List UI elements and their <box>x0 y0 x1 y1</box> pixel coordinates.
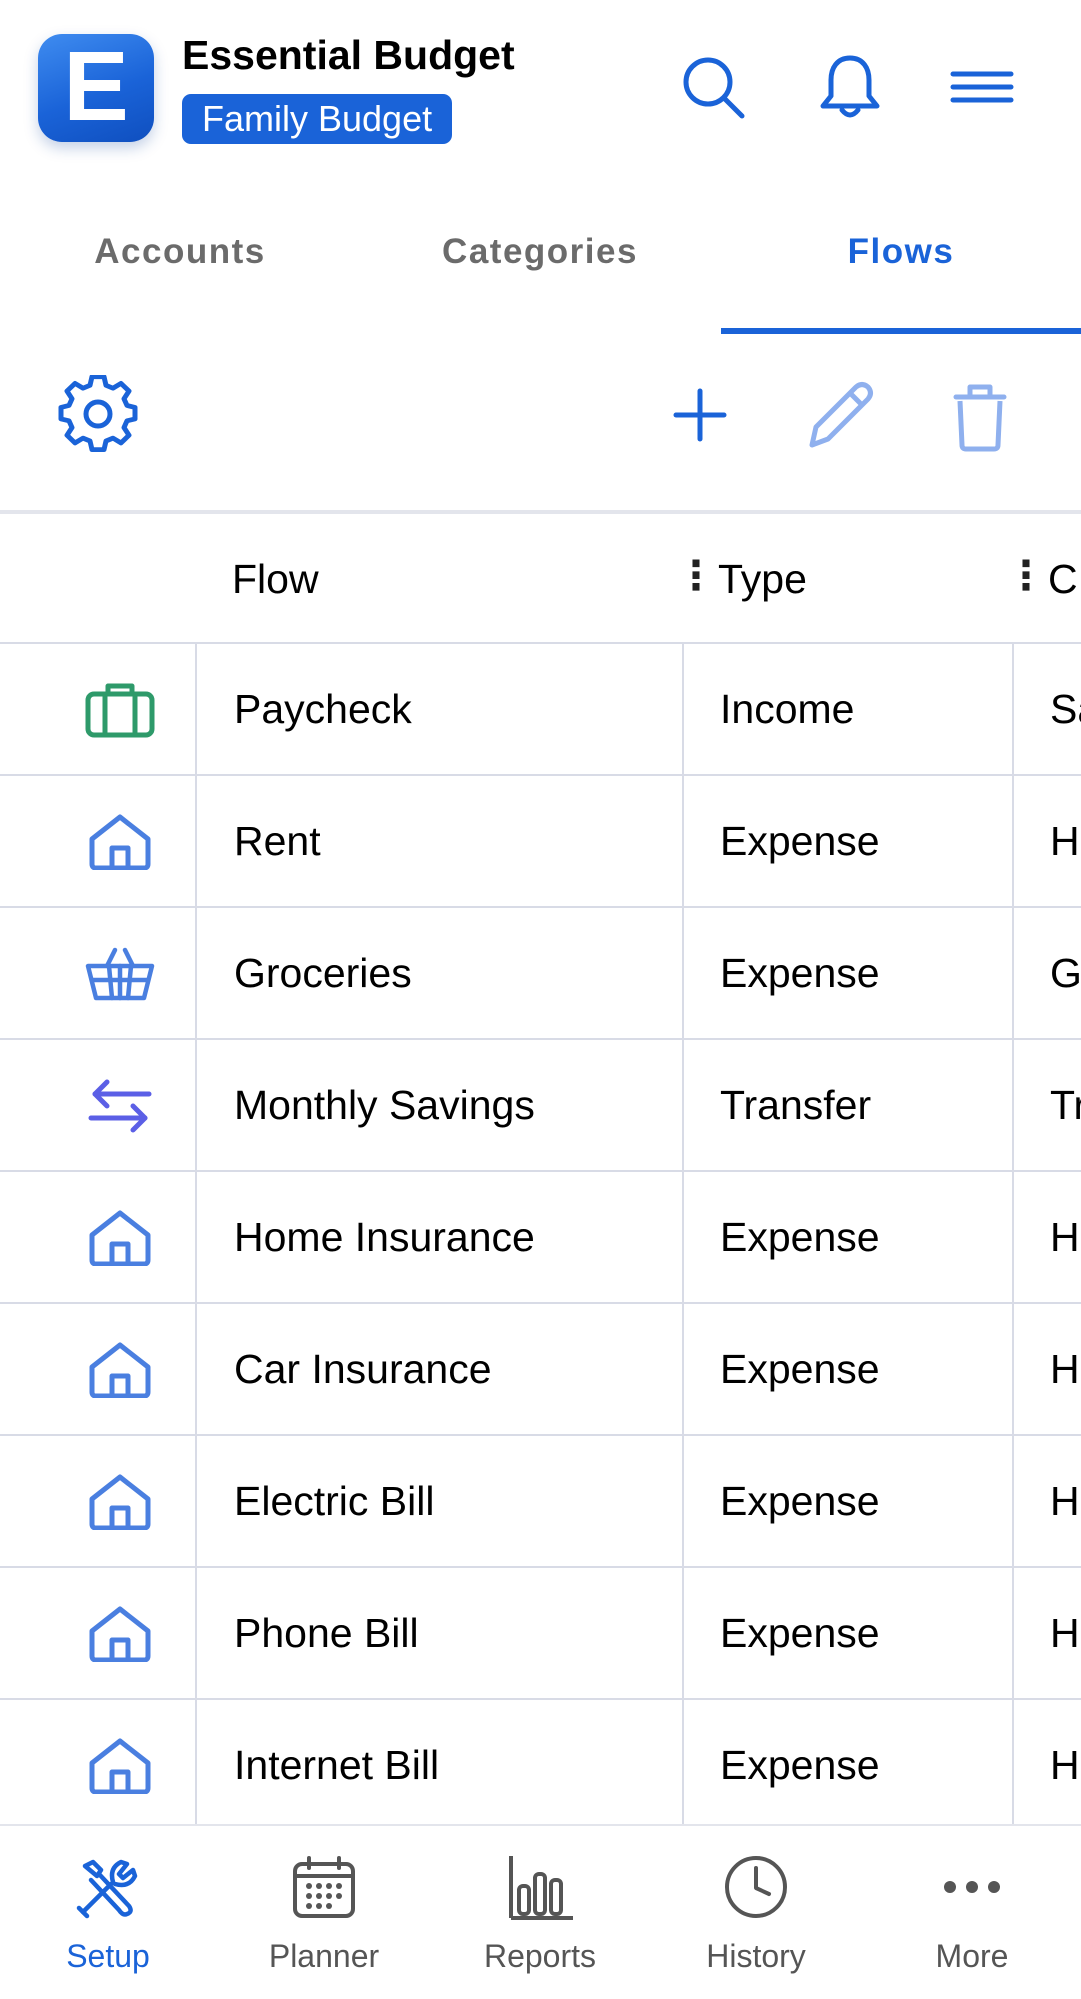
table-body: PaycheckIncomeSaRentExpenseHGroceriesExp… <box>0 644 1081 1824</box>
flow-icon-cell <box>0 1172 197 1302</box>
plus-icon[interactable] <box>660 375 740 455</box>
cell-flow-name: Rent <box>197 776 684 906</box>
gear-icon[interactable] <box>58 374 138 455</box>
nav-history[interactable]: History <box>648 1826 864 1999</box>
cell-flow-name: Electric Bill <box>197 1436 684 1566</box>
table-row[interactable]: Internet Bill Expense H <box>0 1700 1081 1824</box>
cell-flow-type: Expense <box>684 1700 1014 1824</box>
nav-reports[interactable]: Reports <box>432 1826 648 1999</box>
tools-icon <box>76 1859 138 1919</box>
cell-flow-category: H <box>1050 1214 1080 1260</box>
flow-icon-cell <box>0 908 197 1038</box>
flows-table: Flow ⋮ Type ⋮ C PaycheckIncomeSaRentExpe… <box>0 514 1081 1824</box>
bottom-nav: Setup Planner Reports History More <box>0 1824 1081 1999</box>
cell-flow-name: Monthly Savings <box>197 1040 684 1170</box>
table-row[interactable]: Monthly Savings Transfer Tr <box>0 1040 1081 1172</box>
cell-flow-type: Transfer <box>684 1040 1014 1170</box>
cell-flow-type: Expense <box>684 1436 1014 1566</box>
cell-flow-category: H <box>1050 1742 1080 1788</box>
cell-flow-category: H <box>1050 1478 1080 1524</box>
bell-icon[interactable] <box>815 52 885 122</box>
calendar-icon <box>293 1856 355 1918</box>
table-row[interactable]: Rent Expense H <box>0 776 1081 908</box>
column-header-type[interactable]: Type <box>718 514 807 644</box>
cell-flow-name: Paycheck <box>197 644 684 774</box>
nav-setup[interactable]: Setup <box>0 1826 216 1999</box>
tab-flows[interactable]: Flows <box>721 180 1081 335</box>
cell-flow-type: Expense <box>684 1304 1014 1434</box>
pencil-icon[interactable] <box>800 375 880 455</box>
nav-label-setup: Setup <box>66 1938 150 1974</box>
bar-chart-icon <box>509 1856 573 1920</box>
nav-more[interactable]: More <box>864 1826 1080 1999</box>
flow-icon-cell <box>0 776 197 906</box>
menu-icon[interactable] <box>947 52 1017 122</box>
table-row[interactable]: Car Insurance Expense H <box>0 1304 1081 1436</box>
cell-flow-type: Expense <box>684 1568 1014 1698</box>
column-menu-icon[interactable]: ⋮ <box>676 514 716 644</box>
cell-flow-category: G <box>1050 950 1081 996</box>
flow-icon-cell <box>0 1568 197 1698</box>
flow-icon-cell <box>0 1700 197 1824</box>
app-root: E Essential Budget Family Budget Account… <box>0 0 1081 1999</box>
cell-flow-category: H <box>1050 1610 1080 1656</box>
cell-flow-type: Income <box>684 644 1014 774</box>
nav-planner[interactable]: Planner <box>216 1826 432 1999</box>
cell-flow-name: Groceries <box>197 908 684 1038</box>
toolbar <box>0 335 1081 514</box>
tab-accounts[interactable]: Accounts <box>0 180 360 335</box>
tab-categories[interactable]: Categories <box>360 180 720 335</box>
active-tab-indicator <box>721 328 1081 334</box>
cell-flow-name: Phone Bill <box>197 1568 684 1698</box>
app-header: E Essential Budget Family Budget <box>0 0 1081 180</box>
cell-flow-category: H <box>1050 818 1080 864</box>
table-row[interactable]: Electric Bill Expense H <box>0 1436 1081 1568</box>
cell-flow-name: Car Insurance <box>197 1304 684 1434</box>
cell-flow-category: Tr <box>1050 1082 1081 1128</box>
cell-flow-type: Expense <box>684 908 1014 1038</box>
nav-label-more: More <box>935 1938 1009 1974</box>
flow-icon-cell <box>0 1436 197 1566</box>
column-header-category[interactable]: C <box>1048 514 1078 644</box>
cell-flow-category: Sa <box>1050 686 1081 732</box>
table-row[interactable]: Phone Bill Expense H <box>0 1568 1081 1700</box>
app-logo: E <box>38 34 154 142</box>
cell-flow-type: Expense <box>684 1172 1014 1302</box>
flow-icon-cell <box>0 1040 197 1170</box>
cell-flow-type: Expense <box>684 776 1014 906</box>
search-icon[interactable] <box>678 52 748 122</box>
trash-icon[interactable] <box>940 375 1020 455</box>
nav-label-planner: Planner <box>268 1938 380 1974</box>
cell-flow-category: H <box>1050 1346 1080 1392</box>
column-menu-icon[interactable]: ⋮ <box>1006 514 1046 644</box>
logo-letter: E <box>63 34 128 141</box>
table-header: Flow ⋮ Type ⋮ C <box>0 514 1081 644</box>
flow-icon-cell <box>0 1304 197 1434</box>
table-row[interactable]: Groceries Expense G <box>0 908 1081 1040</box>
tab-bar: Accounts Categories Flows <box>0 180 1081 335</box>
cell-flow-name: Home Insurance <box>197 1172 684 1302</box>
app-title: Essential Budget <box>182 32 515 78</box>
more-icon <box>944 1881 1000 1893</box>
flow-icon-cell <box>0 644 197 774</box>
nav-label-reports: Reports <box>483 1938 597 1974</box>
table-row[interactable]: Home Insurance Expense H <box>0 1172 1081 1304</box>
table-row[interactable]: PaycheckIncome Sa <box>0 644 1081 776</box>
clock-icon <box>725 1856 787 1918</box>
budget-selector[interactable]: Family Budget <box>182 94 453 144</box>
nav-label-history: History <box>706 1938 806 1974</box>
cell-flow-name: Internet Bill <box>197 1700 684 1824</box>
column-header-flow[interactable]: Flow <box>232 514 319 644</box>
